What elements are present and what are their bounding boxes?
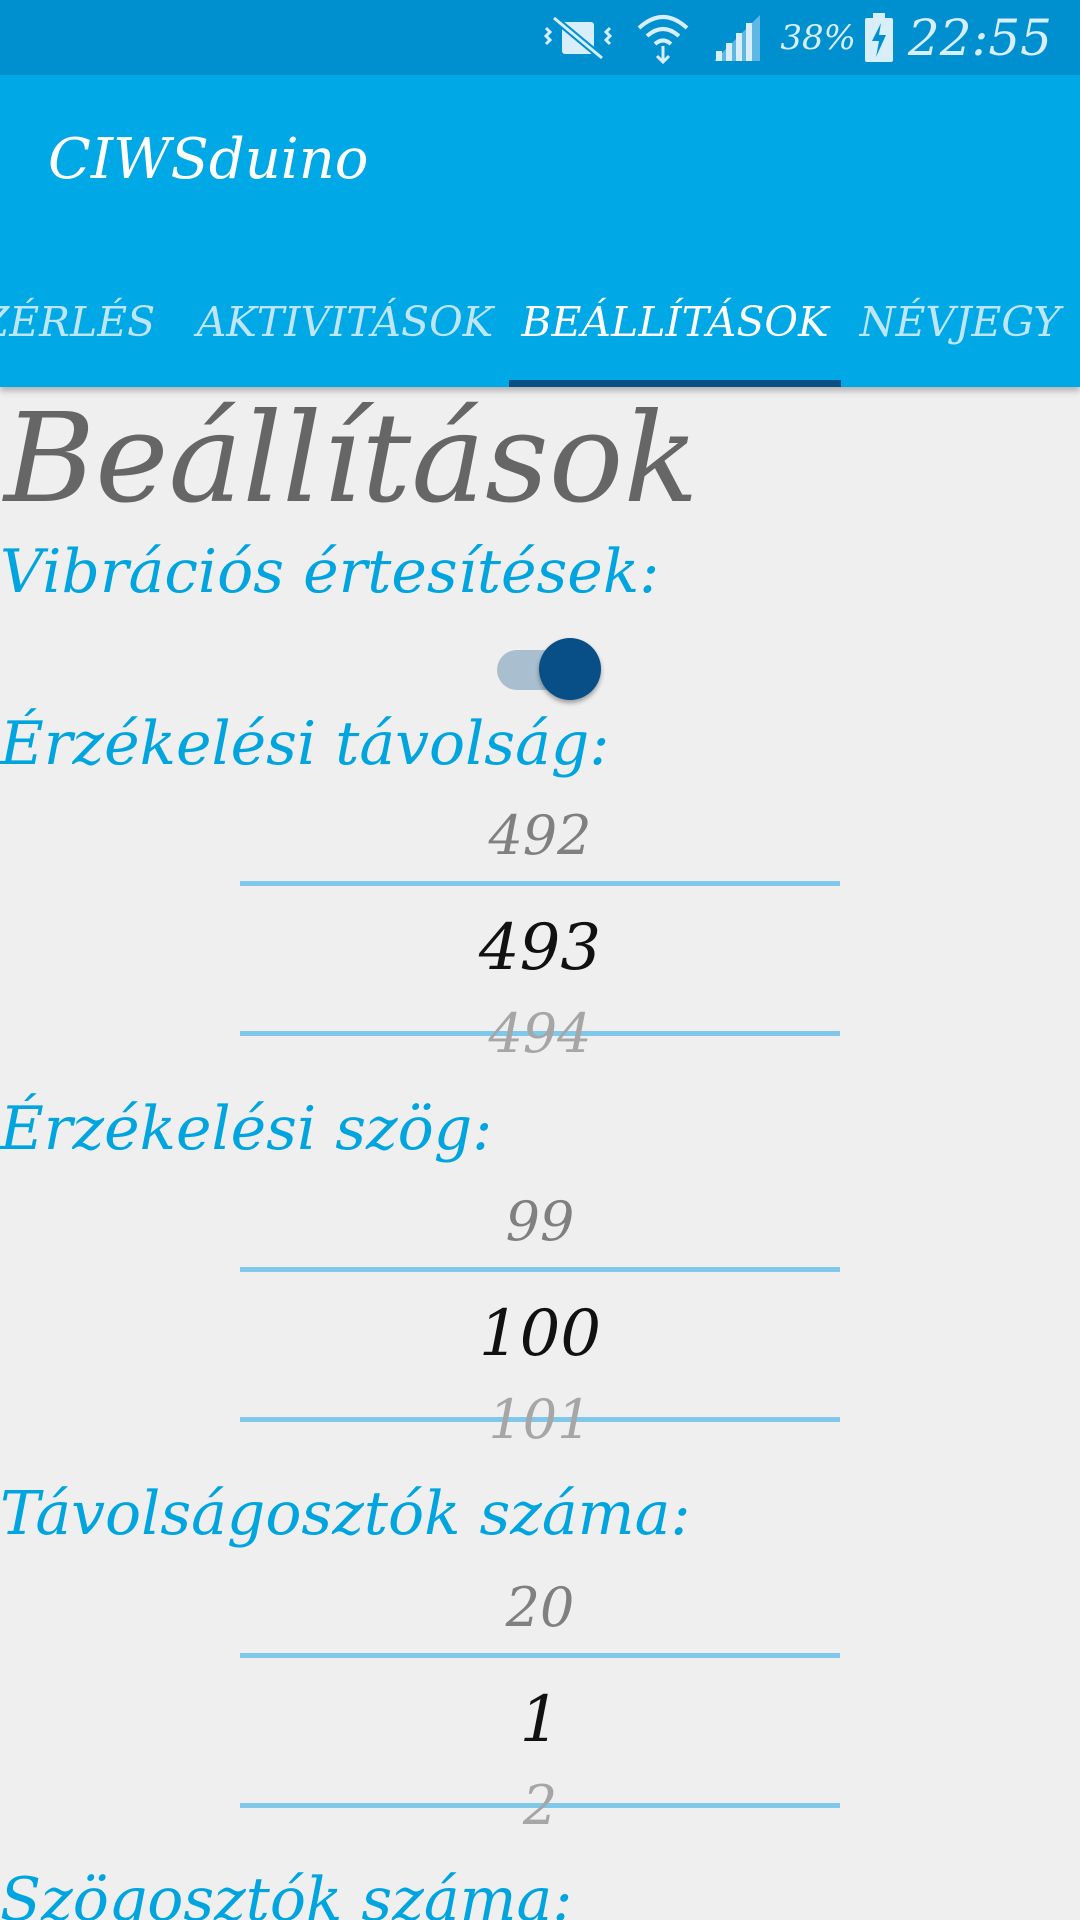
- picker-next-value[interactable]: 101: [240, 1385, 840, 1455]
- toggle-thumb: [539, 638, 601, 700]
- vibrate-mute-icon: [542, 15, 614, 60]
- distance-dividers-label: Távolságosztók száma:: [0, 1479, 691, 1549]
- app-title: CIWSduino: [48, 127, 369, 192]
- angle-label: Érzékelési szög:: [0, 1094, 493, 1164]
- clock: 22:55: [907, 8, 1052, 67]
- settings-content[interactable]: Beállítások Vibrációs értesítések: Érzék…: [0, 387, 1080, 1920]
- vibration-label: Vibrációs értesítések:: [0, 537, 660, 607]
- tab-indicator: [509, 380, 841, 387]
- tab-beallitasok[interactable]: BEÁLLÍTÁSOK: [509, 257, 841, 387]
- angle-picker[interactable]: 99 100 101: [240, 1187, 840, 1463]
- signal-icon: [712, 13, 762, 63]
- tab-aktivitasok[interactable]: AKTIVITÁSOK: [197, 257, 494, 387]
- picker-divider: [240, 1267, 840, 1272]
- page-title: Beállítások: [4, 387, 699, 531]
- picker-prev-value[interactable]: 99: [240, 1187, 840, 1257]
- wifi-icon: [636, 12, 690, 64]
- picker-current-value[interactable]: 100: [240, 1284, 840, 1384]
- picker-divider: [240, 1653, 840, 1658]
- picker-prev-value[interactable]: 492: [240, 801, 840, 871]
- battery-percent: 38%: [780, 17, 856, 58]
- status-bar: 38% 22:55: [0, 0, 1080, 75]
- tab-vezerles[interactable]: ZÉRLÉS: [0, 257, 155, 387]
- distance-picker[interactable]: 492 493 494: [240, 801, 840, 1077]
- picker-current-value[interactable]: 493: [240, 898, 840, 998]
- picker-prev-value[interactable]: 20: [240, 1573, 840, 1643]
- distance-dividers-picker[interactable]: 20 1 2: [240, 1573, 840, 1849]
- picker-next-value[interactable]: 494: [240, 999, 840, 1069]
- angle-dividers-label: Szögosztók száma:: [0, 1865, 573, 1920]
- picker-current-value[interactable]: 1: [240, 1670, 840, 1770]
- app-bar: CIWSduino ZÉRLÉS AKTIVITÁSOK BEÁLLÍTÁSOK…: [0, 75, 1080, 387]
- picker-divider: [240, 881, 840, 886]
- tab-bar: ZÉRLÉS AKTIVITÁSOK BEÁLLÍTÁSOK NÉVJEGY: [0, 257, 1080, 387]
- picker-next-value[interactable]: 2: [240, 1771, 840, 1841]
- battery-charging-icon: [864, 12, 894, 63]
- distance-label: Érzékelési távolság:: [0, 709, 610, 779]
- battery-status: 38%: [780, 12, 894, 63]
- vibration-toggle[interactable]: [497, 633, 601, 703]
- tab-nevjegy[interactable]: NÉVJEGY: [860, 257, 1061, 387]
